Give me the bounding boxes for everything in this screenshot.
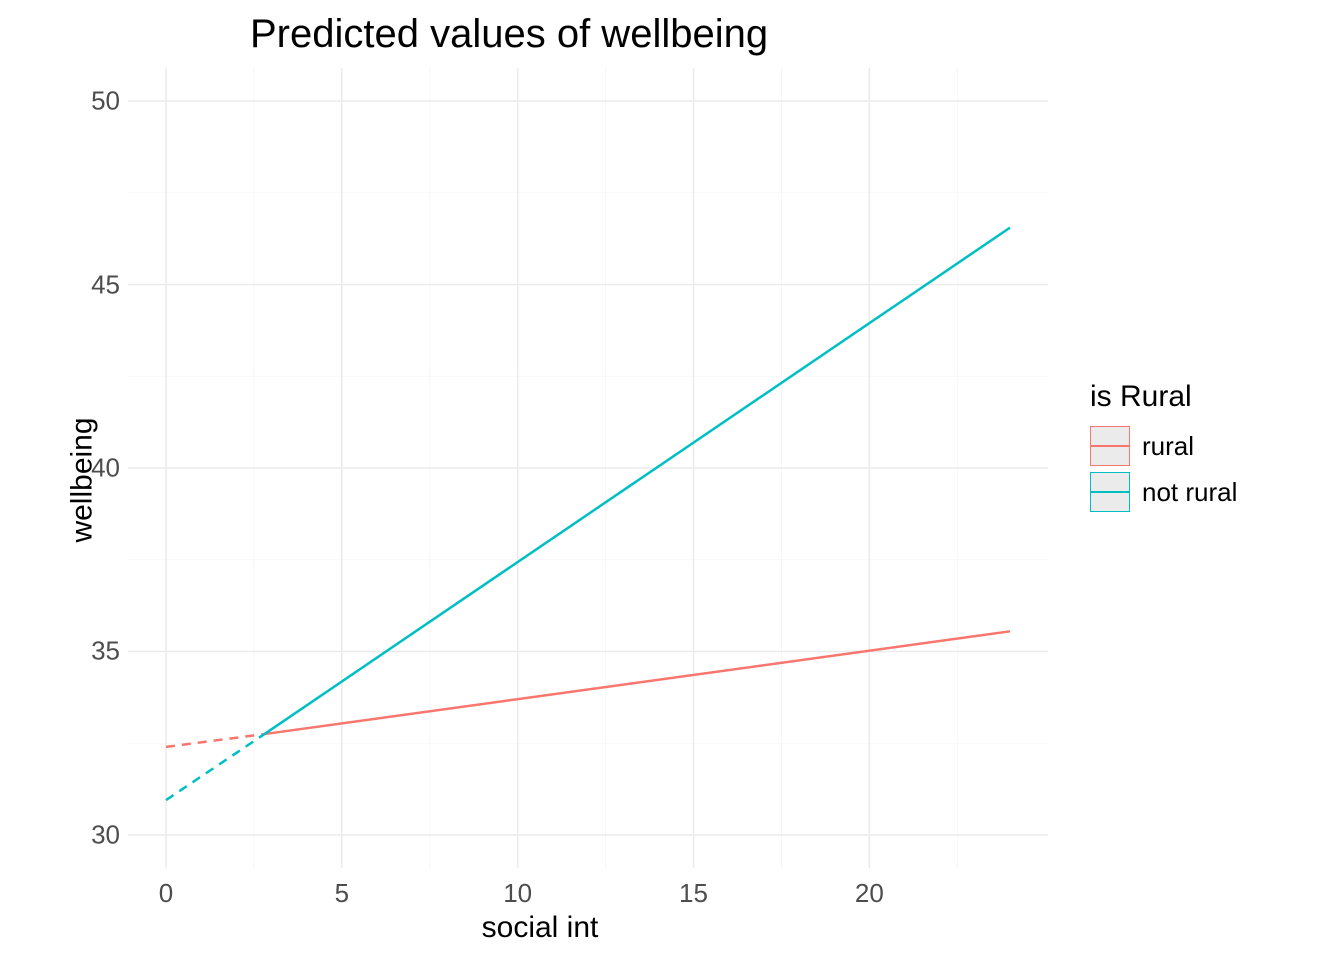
series-not-rural-seg1 bbox=[264, 228, 1010, 734]
y-tick-label: 40 bbox=[80, 453, 120, 484]
y-tick-label: 50 bbox=[80, 86, 120, 117]
legend-label: rural bbox=[1142, 431, 1194, 462]
legend-title: is Rural bbox=[1090, 380, 1237, 414]
y-tick-label: 30 bbox=[80, 819, 120, 850]
plot-panel bbox=[128, 68, 1048, 868]
legend-label: not rural bbox=[1142, 477, 1237, 508]
x-tick-label: 0 bbox=[159, 878, 173, 909]
legend-item-rural: rural bbox=[1090, 426, 1237, 466]
x-tick-label: 15 bbox=[679, 878, 708, 909]
legend-item-not-rural: not rural bbox=[1090, 472, 1237, 512]
chart-title: Predicted values of wellbeing bbox=[250, 12, 768, 57]
legend: is Rural rural not rural bbox=[1090, 380, 1237, 518]
y-tick-label: 35 bbox=[80, 636, 120, 667]
chart-container: Predicted values of wellbeing wellbeing … bbox=[0, 0, 1344, 960]
series-rural-seg1 bbox=[264, 631, 1010, 734]
x-axis-label: social int bbox=[482, 911, 599, 945]
x-tick-label: 10 bbox=[503, 878, 532, 909]
legend-key-icon bbox=[1090, 426, 1130, 466]
legend-key-icon bbox=[1090, 472, 1130, 512]
series-not-rural-seg0 bbox=[166, 734, 264, 800]
y-tick-label: 45 bbox=[80, 269, 120, 300]
plot-svg bbox=[128, 68, 1048, 868]
x-tick-label: 20 bbox=[855, 878, 884, 909]
x-tick-label: 5 bbox=[335, 878, 349, 909]
